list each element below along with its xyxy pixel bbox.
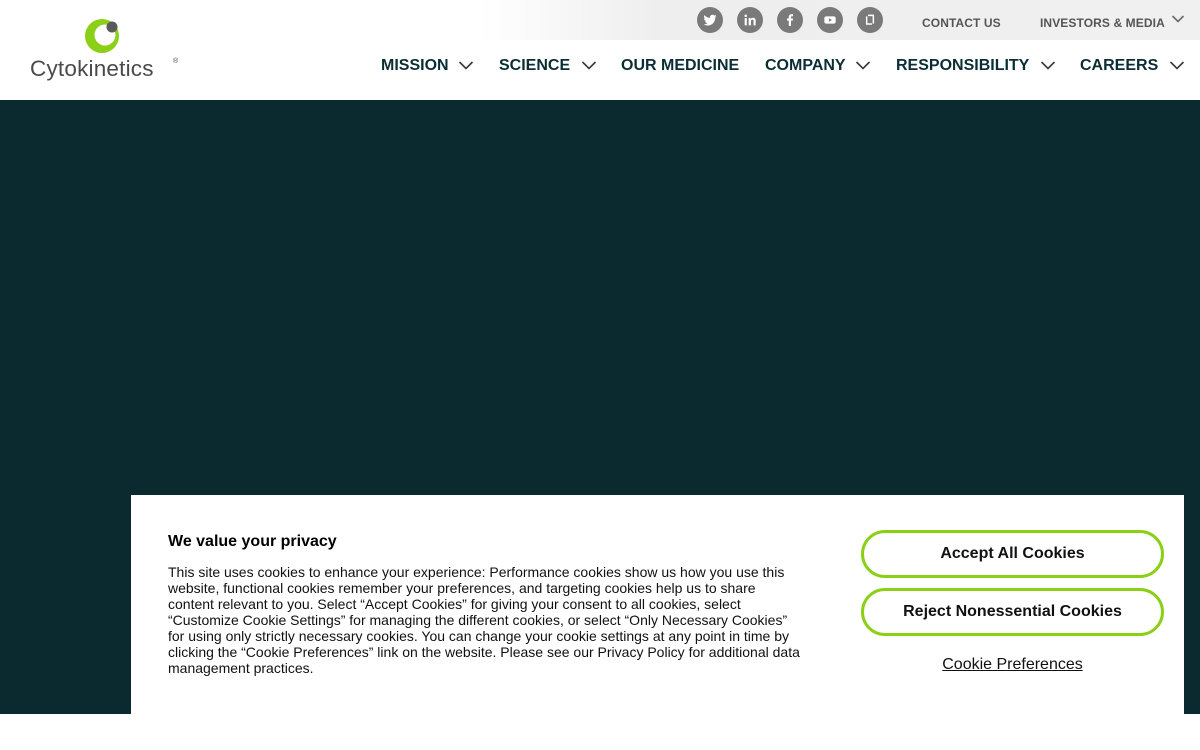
nav-item-science[interactable]: SCIENCE	[499, 57, 570, 75]
page-footer-area	[0, 714, 1200, 750]
chevron-down-icon[interactable]	[1171, 14, 1185, 24]
facebook-icon[interactable]	[777, 7, 803, 33]
youtube-icon[interactable]	[817, 7, 843, 33]
investors-media-link[interactable]: INVESTORS & MEDIA	[1040, 16, 1165, 30]
chevron-down-icon[interactable]	[1169, 60, 1185, 71]
page: CONTACT US INVESTORS & MEDIA Cytokinetic…	[0, 0, 1200, 750]
chevron-down-icon[interactable]	[458, 60, 474, 71]
twitter-icon[interactable]	[697, 7, 723, 33]
site-header: CONTACT US INVESTORS & MEDIA Cytokinetic…	[0, 0, 1200, 100]
chevron-down-icon[interactable]	[581, 60, 597, 71]
logo-mark-icon	[85, 19, 119, 53]
nav-item-mission[interactable]: MISSION	[381, 57, 449, 75]
social-links	[697, 7, 883, 33]
main-nav: MISSION SCIENCE OUR MEDICINE COMPANY RES…	[0, 57, 1200, 79]
accept-all-cookies-button[interactable]: Accept All Cookies	[861, 530, 1164, 578]
cookie-banner: We value your privacy This site uses coo…	[131, 495, 1184, 714]
chevron-down-icon[interactable]	[1040, 60, 1056, 71]
cookie-title: We value your privacy	[168, 533, 337, 550]
nav-item-responsibility[interactable]: RESPONSIBILITY	[896, 57, 1029, 75]
cookie-description: This site uses cookies to enhance your e…	[168, 564, 800, 676]
nav-item-our-medicine[interactable]: OUR MEDICINE	[621, 57, 739, 75]
contact-us-link[interactable]: CONTACT US	[922, 16, 1001, 30]
reject-nonessential-cookies-button[interactable]: Reject Nonessential Cookies	[861, 588, 1164, 636]
linkedin-icon[interactable]	[737, 7, 763, 33]
chevron-down-icon[interactable]	[855, 60, 871, 71]
glassdoor-icon[interactable]	[857, 7, 883, 33]
cookie-preferences-link[interactable]: Cookie Preferences	[861, 656, 1164, 674]
nav-item-company[interactable]: COMPANY	[765, 57, 846, 75]
nav-item-careers[interactable]: CAREERS	[1080, 57, 1158, 75]
